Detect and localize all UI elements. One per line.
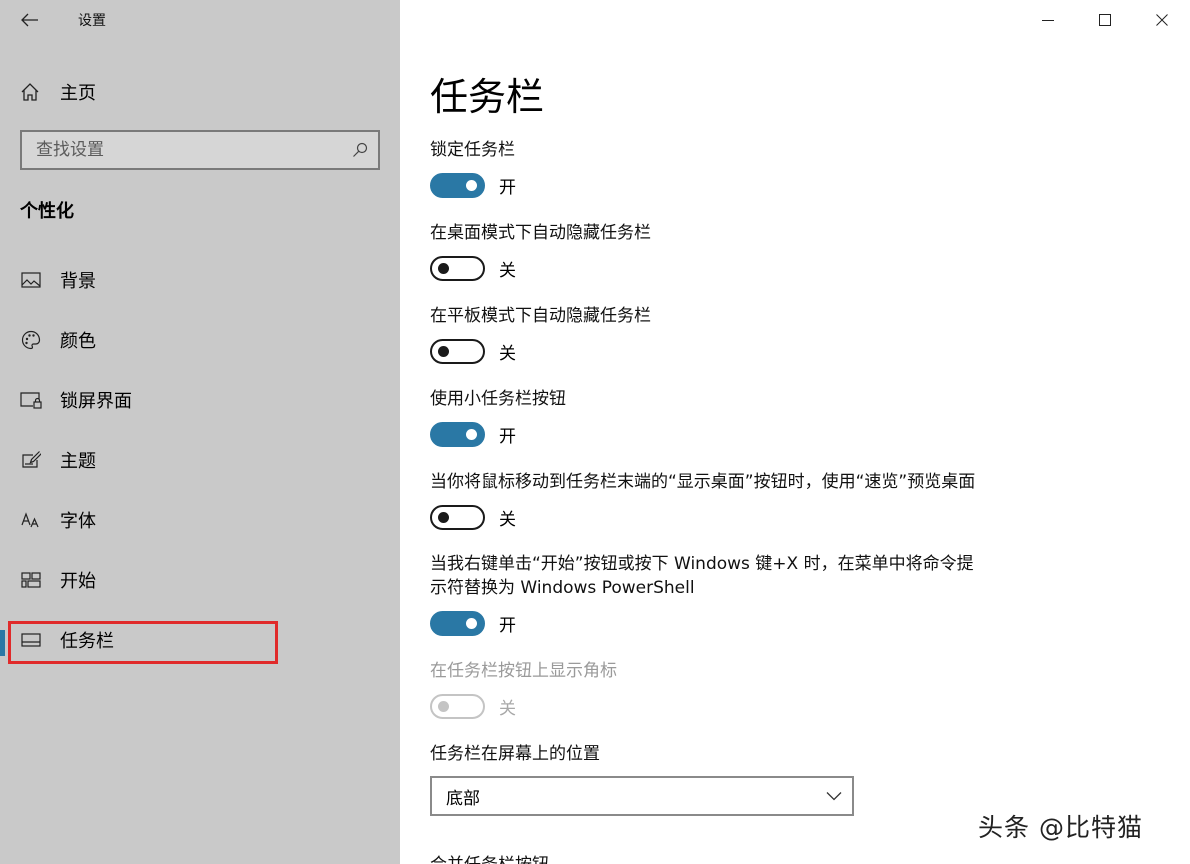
font-icon [20, 509, 42, 531]
setting-title: 使用小任务栏按钮 [430, 389, 566, 409]
dropdown-value: 底部 [446, 788, 480, 809]
window-controls [1019, 0, 1190, 40]
toggle-state-label: 关 [499, 261, 516, 281]
sidebar-nav: 背景 颜色 锁屏界面 主题 字体 开始 任务栏 [0, 250, 400, 670]
start-icon [20, 569, 42, 591]
section-title: 个性化 [20, 201, 74, 222]
sidebar-item-label: 主题 [60, 451, 96, 472]
sidebar-item-label: 字体 [60, 511, 96, 532]
setting-title: 锁定任务栏 [430, 140, 515, 160]
maximize-icon [1098, 14, 1111, 26]
setting-lock-taskbar: 锁定任务栏 开 [430, 138, 516, 198]
sidebar-item-background[interactable]: 背景 [0, 250, 400, 310]
toggle-switch[interactable] [430, 173, 485, 198]
chevron-down-icon [826, 792, 842, 801]
sidebar-item-label: 锁屏界面 [60, 391, 132, 412]
lock-screen-icon [20, 389, 42, 411]
toggle-state-label: 开 [499, 427, 516, 447]
setting-powershell-replace: 当我右键单击“开始”按钮或按下 Windows 键+X 时，在菜单中将命令提 示… [430, 552, 974, 636]
maximize-button[interactable] [1076, 0, 1133, 40]
page-title: 任务栏 [430, 75, 545, 119]
sidebar-item-colors[interactable]: 颜色 [0, 310, 400, 370]
toggle-state-label: 关 [499, 510, 516, 530]
sidebar-item-fonts[interactable]: 字体 [0, 490, 400, 550]
toggle-state-label: 关 [499, 699, 516, 719]
setting-title: 在桌面模式下自动隐藏任务栏 [430, 223, 651, 243]
toggle-state-label: 开 [499, 616, 516, 636]
setting-title-line1: 当我右键单击“开始”按钮或按下 Windows 键+X 时，在菜单中将命令提 [430, 554, 974, 574]
taskbar-position-dropdown[interactable]: 底部 [430, 776, 854, 816]
toggle-knob [466, 618, 477, 629]
taskbar-icon [20, 629, 42, 651]
sidebar-item-home[interactable]: 主页 [20, 79, 96, 105]
setting-autohide-tablet: 在平板模式下自动隐藏任务栏 关 [430, 304, 651, 364]
setting-title: 当你将鼠标移动到任务栏末端的“显示桌面”按钮时，使用“速览”预览桌面 [430, 472, 976, 492]
setting-small-buttons: 使用小任务栏按钮 开 [430, 387, 566, 447]
watermark-text: 头条 @比特猫 [978, 813, 1143, 842]
sidebar-item-taskbar[interactable]: 任务栏 [0, 610, 400, 670]
close-icon [1155, 14, 1168, 26]
back-arrow-icon [21, 13, 38, 27]
toggle-state-label: 开 [499, 178, 516, 198]
toggle-switch[interactable] [430, 505, 485, 530]
search-box[interactable] [20, 130, 380, 170]
back-button[interactable] [18, 8, 42, 32]
setting-peek-desktop: 当你将鼠标移动到任务栏末端的“显示桌面”按钮时，使用“速览”预览桌面 关 [430, 470, 975, 530]
setting-title-line2: 示符替换为 Windows PowerShell [430, 578, 695, 598]
setting-title: 在平板模式下自动隐藏任务栏 [430, 306, 651, 326]
toggle-switch[interactable] [430, 422, 485, 447]
palette-icon [20, 329, 42, 351]
sidebar-item-label: 主页 [60, 83, 96, 104]
home-icon [21, 83, 39, 101]
sidebar-item-label: 任务栏 [60, 631, 114, 652]
toggle-switch [430, 694, 485, 719]
sidebar-item-label: 开始 [60, 571, 96, 592]
toggle-switch[interactable] [430, 256, 485, 281]
setting-title: 任务栏在屏幕上的位置 [430, 744, 600, 764]
search-input[interactable] [36, 140, 352, 160]
app-title: 设置 [78, 13, 106, 29]
setting-title: 在任务栏按钮上显示角标 [430, 661, 617, 681]
toggle-knob [438, 701, 449, 712]
main-content: 任务栏 锁定任务栏 开 在桌面模式下自动隐藏任务栏 关 在平板模式下自动隐藏任务… [400, 0, 1190, 864]
toggle-knob [438, 512, 449, 523]
minimize-button[interactable] [1019, 0, 1076, 40]
toggle-switch[interactable] [430, 611, 485, 636]
sidebar-item-label: 颜色 [60, 331, 96, 352]
setting-show-badges: 在任务栏按钮上显示角标 关 [430, 659, 617, 719]
toggle-knob [438, 263, 449, 274]
toggle-switch[interactable] [430, 339, 485, 364]
toggle-state-label: 关 [499, 344, 516, 364]
setting-autohide-desktop: 在桌面模式下自动隐藏任务栏 关 [430, 221, 651, 281]
sidebar-item-themes[interactable]: 主题 [0, 430, 400, 490]
search-icon[interactable] [352, 142, 368, 158]
close-button[interactable] [1133, 0, 1190, 40]
toggle-knob [466, 429, 477, 440]
sidebar-item-lock-screen[interactable]: 锁屏界面 [0, 370, 400, 430]
theme-icon [20, 449, 42, 471]
toggle-knob [466, 180, 477, 191]
picture-icon [20, 269, 42, 291]
setting-taskbar-position: 任务栏在屏幕上的位置 底部 [430, 742, 854, 816]
sidebar-item-start[interactable]: 开始 [0, 550, 400, 610]
setting-title-combine-buttons: 合并任务栏按钮 [430, 850, 549, 864]
sidebar: 设置 主页 个性化 背景 颜色 锁屏界面 [0, 0, 400, 864]
sidebar-item-label: 背景 [60, 271, 96, 292]
minimize-icon [1041, 20, 1054, 21]
toggle-knob [438, 346, 449, 357]
